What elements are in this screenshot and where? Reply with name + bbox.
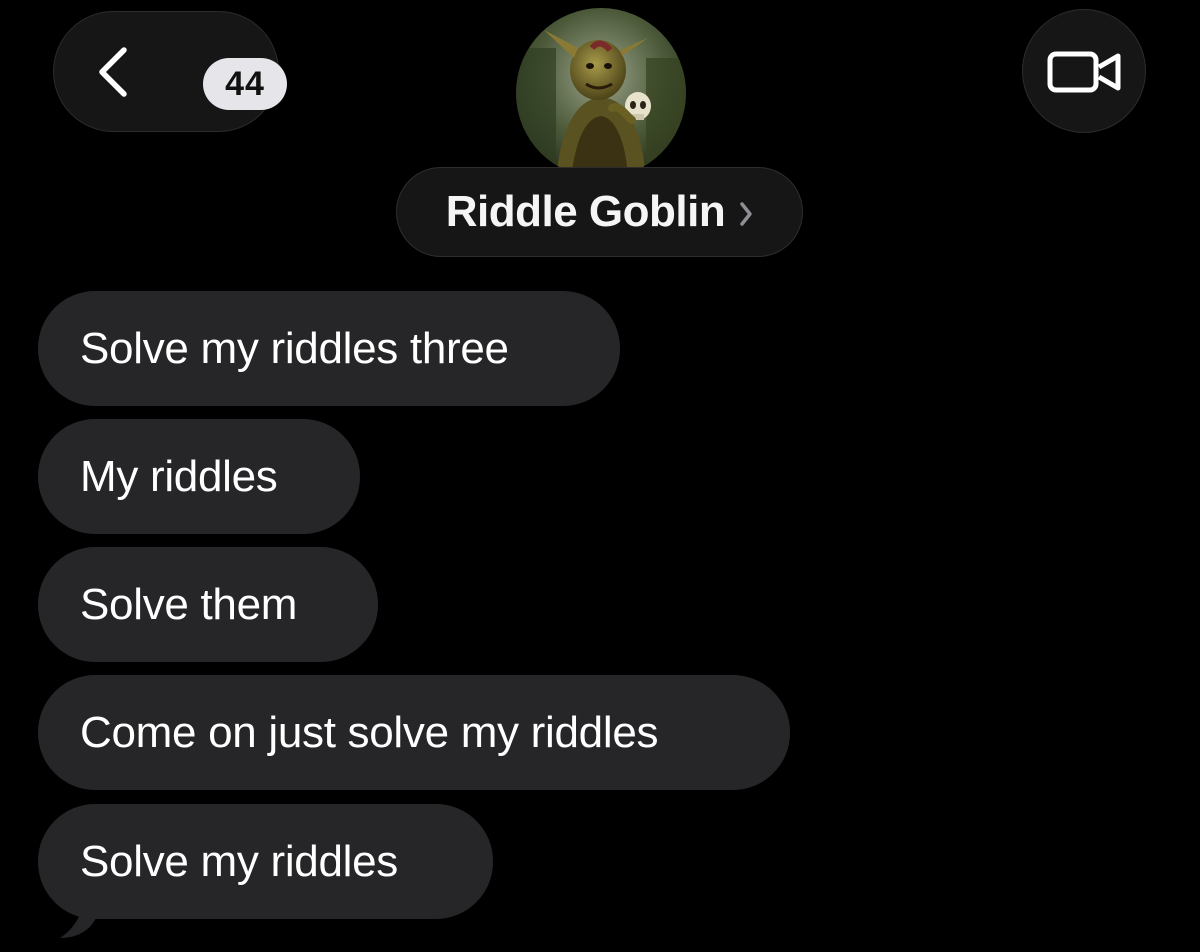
chevron-left-icon <box>99 47 127 97</box>
unread-count-badge: 44 <box>203 58 287 110</box>
message-bubble[interactable]: Come on just solve my riddles <box>38 675 790 790</box>
message-text: Solve my riddles three <box>80 323 509 373</box>
bubble-tail <box>60 888 96 938</box>
message-text: Solve them <box>80 579 298 629</box>
goblin-avatar-image <box>516 8 686 178</box>
contact-name: Riddle Goblin <box>445 187 726 236</box>
message-bubble[interactable]: Solve them <box>38 547 378 662</box>
video-call-button[interactable] <box>1022 9 1146 133</box>
message-bubble[interactable]: My riddles <box>38 419 360 534</box>
chevron-right-icon <box>740 202 752 226</box>
message-text: Solve my riddles <box>80 836 398 886</box>
back-button[interactable]: 44 <box>53 11 287 132</box>
video-camera-icon <box>1047 51 1121 93</box>
message-text: My riddles <box>80 451 278 501</box>
message-bubble[interactable]: Solve my riddles <box>38 804 493 919</box>
contact-avatar[interactable] <box>516 8 686 178</box>
contact-name-button[interactable]: Riddle Goblin <box>396 167 803 257</box>
message-bubble[interactable]: Solve my riddles three <box>38 291 620 406</box>
message-text: Come on just solve my riddles <box>80 707 659 757</box>
